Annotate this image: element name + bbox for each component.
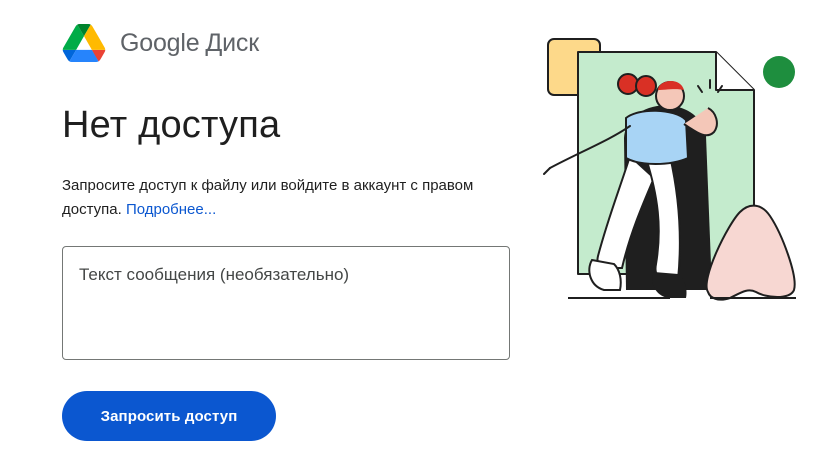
brand-company: Google	[120, 28, 200, 57]
access-description: Запросите доступ к файлу или войдите в а…	[62, 174, 502, 222]
learn-more-link[interactable]: Подробнее...	[126, 201, 216, 218]
request-access-button[interactable]: Запросить доступ	[62, 391, 276, 441]
no-access-illustration	[543, 38, 796, 301]
page-title: Нет доступа	[62, 104, 281, 146]
person-hand-left	[543, 167, 551, 175]
google-drive-logo-icon	[62, 24, 106, 62]
page: Google Диск Нет доступа Запросите доступ…	[0, 0, 836, 460]
brand-wordmark: Google Диск	[120, 29, 259, 58]
brand-header: Google Диск	[62, 22, 259, 64]
person-shirt	[625, 109, 690, 165]
hair-bun-left	[617, 73, 639, 95]
hair-bun-right	[635, 75, 657, 97]
description-text: Запросите доступ к файлу или войдите в а…	[62, 177, 474, 218]
message-textarea[interactable]	[62, 246, 510, 360]
green-circle-shape	[763, 56, 795, 88]
brand-product: Диск	[205, 28, 259, 57]
